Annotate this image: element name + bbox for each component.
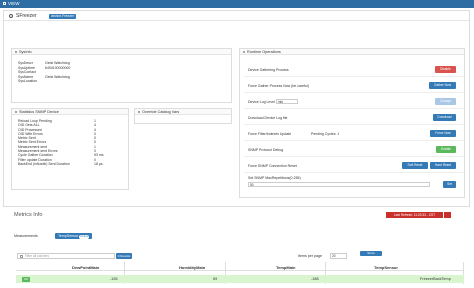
tab-tempsensor[interactable]: TempSensor Active bbox=[55, 233, 93, 239]
filter-input[interactable]: Filter all columns bbox=[17, 253, 115, 259]
stats-panel: Statistics SNMP Device Reload Loop Pendi… bbox=[11, 108, 129, 190]
catalog-header: Override Catalog Vars bbox=[135, 109, 231, 115]
cell-humidity: 69 bbox=[213, 277, 218, 281]
top-bar-title: VIEW bbox=[8, 1, 20, 6]
divider bbox=[244, 108, 466, 109]
cell-tempsensor: FreezerBackTemp bbox=[420, 277, 451, 281]
runtime-row-label: Force SNMP Connection Reset bbox=[248, 164, 297, 168]
pending-cycles: Pending Cycles: 1 bbox=[311, 132, 340, 136]
divider bbox=[244, 76, 466, 77]
log-level-select[interactable]: info bbox=[276, 99, 298, 104]
download-button[interactable]: Download bbox=[433, 114, 456, 121]
sysinfo-row: SysLocation bbox=[18, 79, 38, 83]
force-now-button[interactable]: Force Now bbox=[430, 130, 456, 137]
cell-tempmain: -188 bbox=[311, 277, 319, 281]
device-panel: SFreezer device.Freezer SysInfo SysDescr… bbox=[3, 10, 470, 207]
runtime-header: Runtime Operations bbox=[240, 49, 464, 55]
gear-icon bbox=[15, 51, 17, 53]
stop-refresh-button[interactable] bbox=[444, 212, 451, 218]
column-header[interactable]: TempMain bbox=[276, 265, 295, 270]
runtime-row-label: Set SNMP MaxRepetitions(0-255) bbox=[248, 176, 301, 180]
status-badge: OK bbox=[22, 276, 31, 282]
runtime-row-label: Download Device Log file bbox=[248, 116, 288, 120]
runtime-title: Runtime Operations bbox=[247, 50, 281, 54]
runtime-row-label: SNMP Protocol Debug bbox=[248, 148, 284, 152]
last-refresh-badge: Last Refresh: 11:23:33 - CST bbox=[386, 212, 443, 218]
sysinfo-header: SysInfo bbox=[12, 49, 231, 55]
divider bbox=[244, 140, 466, 141]
tab-badge: Active bbox=[79, 234, 90, 239]
runtime-row-label: Force Gather Process Now (be careful) bbox=[248, 84, 309, 88]
device-header: SFreezer device.Freezer bbox=[4, 11, 469, 21]
filter-icon bbox=[19, 255, 23, 258]
refresh-icon[interactable] bbox=[9, 13, 13, 18]
runtime-panel: Runtime Operations Device Gathering Proc… bbox=[239, 48, 466, 198]
sysinfo-list: SysDescr Geist Watchdog SysUptime 64941000… bbox=[18, 61, 70, 84]
device-tag: device.Freezer bbox=[49, 13, 77, 19]
max-repetitions-input[interactable]: 50 bbox=[248, 182, 430, 187]
catalog-panel: Override Catalog Vars bbox=[134, 108, 232, 124]
hard-reset-button[interactable]: Hard Reset bbox=[430, 162, 456, 169]
items-per-page-label: Items per page bbox=[298, 254, 322, 258]
divider bbox=[244, 124, 466, 125]
results-button[interactable]: 0 Results bbox=[116, 253, 132, 259]
sysinfo-panel: SysInfo SysDescr Geist Watchdog SysUptime… bbox=[11, 48, 232, 103]
column-header[interactable]: TempSensor bbox=[374, 265, 398, 270]
table-header: DewPointMain HumidityMain TempMain TempS… bbox=[16, 263, 464, 271]
table-row: OK -155 69 -188 FreezerBackTemp bbox=[16, 275, 464, 283]
stats-list: Reload Loop Pending 1 OID Gets ALL 4 OID P… bbox=[18, 119, 104, 166]
tab-measurements[interactable]: Measurements bbox=[14, 234, 38, 238]
enable-button[interactable]: Enable bbox=[436, 146, 456, 153]
runtime-row-label: Force Filter/Indexes Update bbox=[248, 132, 292, 136]
device-title: SFreezer bbox=[16, 13, 37, 19]
catalog-title: Override Catalog Vars bbox=[142, 110, 180, 114]
set-button[interactable]: Set bbox=[443, 181, 456, 188]
disable-button[interactable]: Disable bbox=[435, 66, 456, 73]
items-per-page-select[interactable]: 20 bbox=[330, 253, 347, 259]
column-header[interactable]: DewPointMain bbox=[72, 265, 99, 270]
sysinfo-title: SysInfo bbox=[19, 50, 32, 54]
column-header[interactable]: HumidityMain bbox=[179, 265, 205, 270]
view-icon bbox=[3, 2, 6, 6]
cell-dewpoint: -155 bbox=[110, 277, 118, 281]
soft-reset-button[interactable]: Soft Reset bbox=[402, 162, 428, 169]
divider bbox=[244, 156, 466, 157]
divider bbox=[244, 172, 466, 173]
divider bbox=[244, 92, 466, 93]
top-bar: VIEW bbox=[0, 0, 474, 8]
stats-icon bbox=[15, 111, 17, 113]
stats-row: BackEnd (influxdb) Sent Duration 18 µs bbox=[18, 161, 103, 166]
gather-now-button[interactable]: Gather Now bbox=[429, 82, 456, 89]
runtime-row-label: Device Gathering Process bbox=[248, 68, 289, 72]
stats-header: Statistics SNMP Device bbox=[12, 109, 128, 115]
stats-title: Statistics SNMP Device bbox=[19, 110, 59, 114]
catalog-icon bbox=[138, 111, 140, 113]
gear-icon bbox=[243, 51, 245, 53]
change-button[interactable]: Change bbox=[435, 98, 456, 105]
runtime-row-label: Device Log Level bbox=[248, 100, 275, 104]
show-timestamp-button[interactable]: Show Timestamp bbox=[360, 251, 382, 260]
metrics-title: Metrics Info bbox=[14, 212, 43, 218]
